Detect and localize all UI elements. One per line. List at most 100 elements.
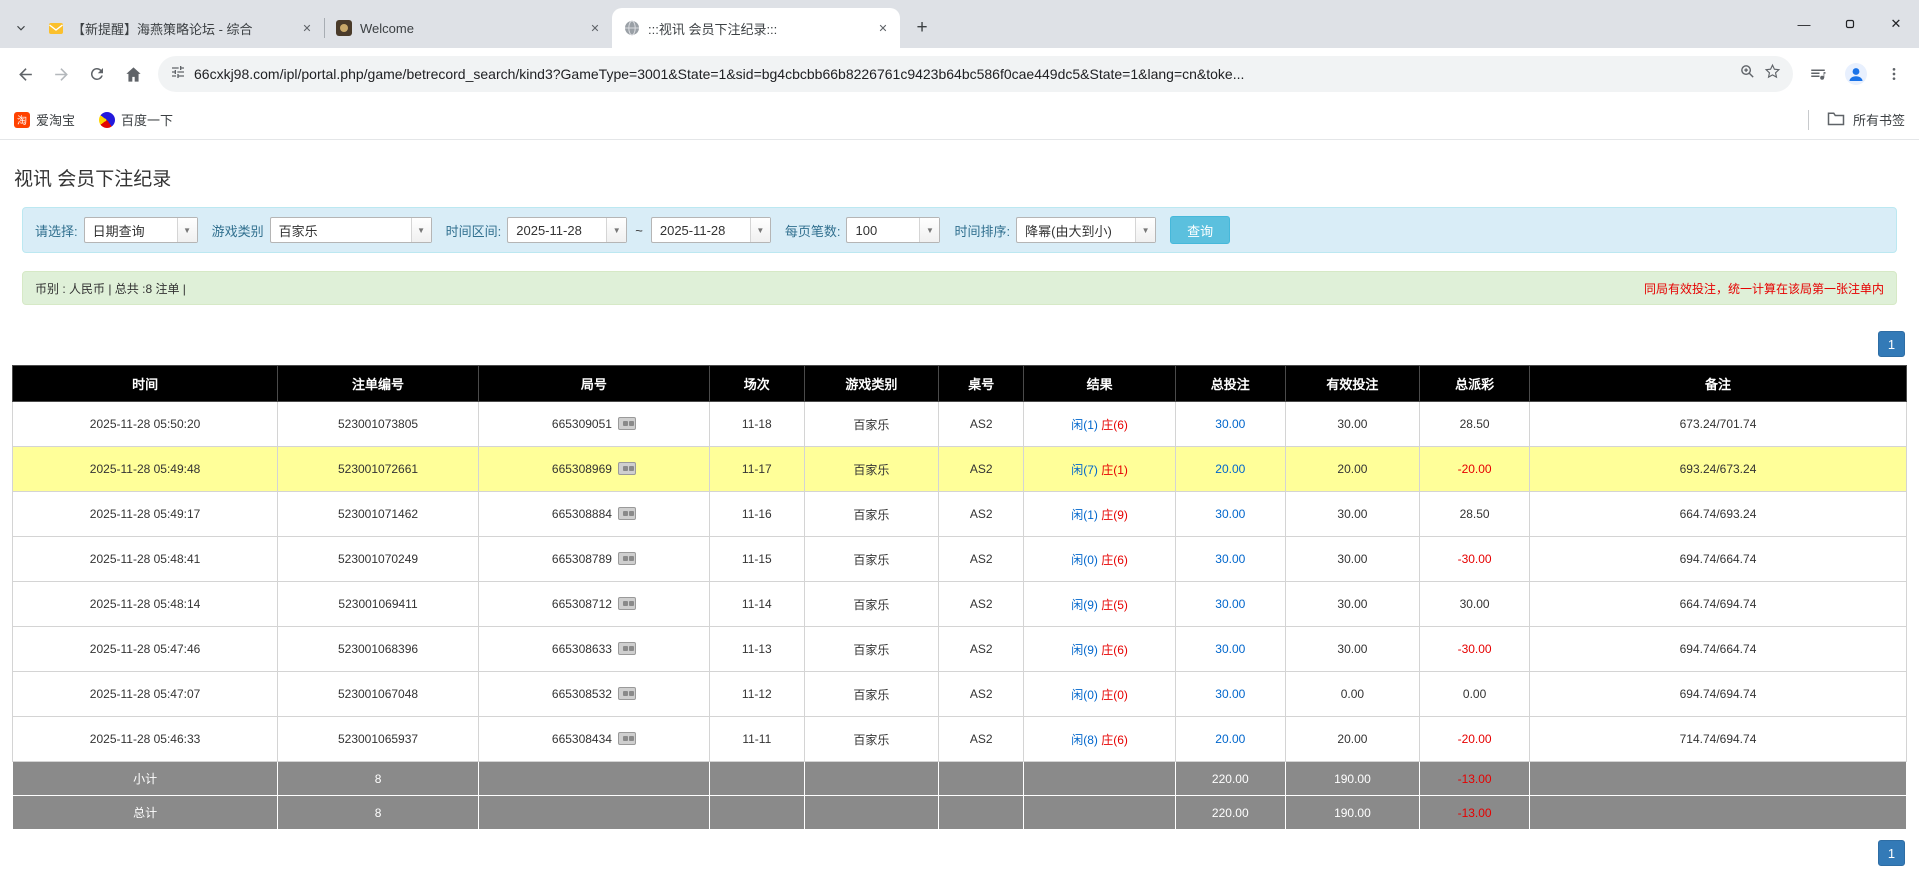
bookmark-taobao[interactable]: 淘 爱淘宝: [14, 110, 75, 129]
tab-list-chevron-icon[interactable]: [6, 8, 36, 48]
site-settings-icon[interactable]: [170, 64, 186, 85]
time-cell: 2025-11-28 05:49:17: [11, 491, 279, 537]
folder-icon: [1827, 111, 1845, 129]
session-cell: 11-14: [708, 581, 805, 627]
column-header: 场次: [708, 365, 805, 402]
table-no-cell: [938, 795, 1025, 830]
game-type-select[interactable]: 百家乐 ▼: [269, 217, 432, 243]
close-window-button[interactable]: ✕: [1873, 0, 1919, 48]
bookmark-baidu[interactable]: 百度一下: [99, 110, 173, 129]
bet-row: 2025-11-28 05:50:20 523001073805 665309051…: [11, 401, 1907, 447]
profile-avatar[interactable]: [1839, 57, 1873, 91]
result-cell: 闲(0) 庄(6): [1023, 536, 1176, 582]
session-cell: 11-17: [708, 446, 805, 492]
valid-bet-cell: 30.00: [1284, 491, 1421, 537]
total-bet-cell[interactable]: 20.00: [1174, 446, 1286, 492]
page-1-button[interactable]: 1: [1878, 331, 1905, 357]
bet-row: 2025-11-28 05:49:48 523001072661 665308969…: [11, 446, 1907, 492]
date-from-select[interactable]: 2025-11-28 ▼: [507, 217, 628, 243]
sort-select[interactable]: 降幂(由大到小) ▼: [1016, 217, 1157, 243]
video-replay-icon[interactable]: [617, 417, 636, 430]
session-cell: 11-13: [708, 626, 805, 672]
minimize-button[interactable]: —: [1781, 0, 1827, 48]
tab-betrecord[interactable]: :::视讯 会员下注纪录::: ✕: [612, 8, 900, 48]
taobao-icon: 淘: [14, 111, 30, 128]
chevron-down-icon[interactable]: ▼: [606, 218, 627, 242]
tab-welcome[interactable]: Welcome ✕: [324, 8, 612, 48]
total-bet-cell[interactable]: 20.00: [1174, 716, 1286, 762]
video-replay-icon[interactable]: [617, 687, 636, 700]
payout-cell: -20.00: [1419, 716, 1531, 762]
bookmark-star-icon[interactable]: [1764, 63, 1781, 85]
page-size-select[interactable]: 100 ▼: [846, 217, 941, 243]
tab-close-icon[interactable]: ✕: [874, 19, 892, 37]
date-to-select[interactable]: 2025-11-28 ▼: [650, 217, 771, 243]
maximize-button[interactable]: [1827, 0, 1873, 48]
tab-title: 【新提醒】海燕策略论坛 - 综合: [72, 21, 253, 37]
chevron-down-icon[interactable]: ▼: [176, 218, 197, 242]
label-cell: 小计: [11, 761, 279, 796]
url-bar[interactable]: 66cxkj98.com/ipl/portal.php/game/betreco…: [158, 56, 1793, 92]
bet-row: 2025-11-28 05:47:07 523001067048 665308532…: [11, 671, 1907, 717]
label-cell: 总计: [11, 795, 279, 830]
currency-summary: 币别 : 人民币 | 总共 :8 注单 |: [35, 281, 186, 296]
result-player: 闲(8): [1071, 732, 1098, 747]
forward-icon[interactable]: [44, 57, 78, 91]
chevron-down-icon[interactable]: ▼: [410, 218, 431, 242]
filter-bar: 请选择: 日期查询 ▼ 游戏类别 百家乐 ▼ 时间区间: 2025-11-28 …: [22, 207, 1897, 253]
result-cell: [1023, 795, 1176, 830]
query-type-select[interactable]: 日期查询 ▼: [83, 217, 198, 243]
video-replay-icon[interactable]: [617, 462, 636, 475]
table-no-cell: AS2: [938, 491, 1025, 537]
search-button[interactable]: 查询: [1170, 216, 1231, 244]
total-bet-cell[interactable]: 30.00: [1174, 401, 1286, 447]
total-bet-cell[interactable]: 30.00: [1174, 671, 1286, 717]
chevron-down-icon[interactable]: ▼: [1135, 218, 1156, 242]
summary-bar: 币别 : 人民币 | 总共 :8 注单 | 同局有效投注，统一计算在该局第一张注…: [22, 271, 1897, 305]
session-cell: 11-16: [708, 491, 805, 537]
result-banker: 庄(6): [1101, 417, 1128, 432]
media-controls-icon[interactable]: [1801, 57, 1835, 91]
count-cell: 8: [277, 795, 479, 830]
round-cell: 665308434: [477, 716, 710, 762]
video-replay-icon[interactable]: [617, 597, 636, 610]
tab-title: Welcome: [360, 20, 414, 36]
valid-bet-cell: 30.00: [1284, 581, 1421, 627]
chevron-down-icon[interactable]: ▼: [919, 218, 940, 242]
tab-strip: 【新提醒】海燕策略论坛 - 综合 ✕ Welcome ✕ :::视讯 会员下注纪…: [0, 0, 1919, 48]
page-1-button[interactable]: 1: [1878, 840, 1905, 866]
reload-icon[interactable]: [80, 57, 114, 91]
sort-value: 降幂(由大到小): [1025, 223, 1112, 239]
video-replay-icon[interactable]: [617, 552, 636, 565]
video-replay-icon[interactable]: [617, 732, 636, 745]
game-type-cell: 百家乐: [803, 446, 940, 492]
total-bet-cell[interactable]: 30.00: [1174, 491, 1286, 537]
zoom-icon[interactable]: [1739, 63, 1756, 85]
back-icon[interactable]: [8, 57, 42, 91]
tab-close-icon[interactable]: ✕: [298, 19, 316, 37]
note-cell: 694.74/664.74: [1529, 626, 1907, 672]
tab-close-icon[interactable]: ✕: [586, 19, 604, 37]
total-bet-cell[interactable]: 30.00: [1174, 581, 1286, 627]
total-bet-cell[interactable]: 30.00: [1174, 536, 1286, 582]
sort-label: 时间排序:: [954, 223, 1011, 239]
all-bookmarks-button[interactable]: 所有书签: [1807, 109, 1905, 130]
chevron-down-icon[interactable]: ▼: [749, 218, 770, 242]
total-bet-cell: 220.00: [1174, 761, 1286, 796]
summary-note: 同局有效投注，统一计算在该局第一张注单内: [1643, 281, 1884, 296]
url-text[interactable]: 66cxkj98.com/ipl/portal.php/game/betreco…: [194, 66, 1731, 82]
home-icon[interactable]: [116, 57, 150, 91]
result-player: 闲(7): [1071, 462, 1098, 477]
game-cell: [803, 795, 940, 830]
bookmarks-bar: 淘 爱淘宝 百度一下 所有书签: [0, 100, 1919, 140]
video-replay-icon[interactable]: [617, 507, 636, 520]
tab-forum[interactable]: 【新提醒】海燕策略论坛 - 综合 ✕: [36, 8, 324, 48]
new-tab-button[interactable]: +: [908, 14, 936, 42]
time-cell: 2025-11-28 05:47:07: [11, 671, 279, 717]
round-cell: 665308969: [477, 446, 710, 492]
table-header: 时间 注单编号 局号 场次 游戏类别 桌号 结果 总投注 有效投注 总派彩 备注: [11, 365, 1907, 402]
total-bet-cell[interactable]: 30.00: [1174, 626, 1286, 672]
menu-dots-icon[interactable]: [1877, 57, 1911, 91]
video-replay-icon[interactable]: [617, 642, 636, 655]
query-type-label: 请选择:: [35, 223, 78, 239]
